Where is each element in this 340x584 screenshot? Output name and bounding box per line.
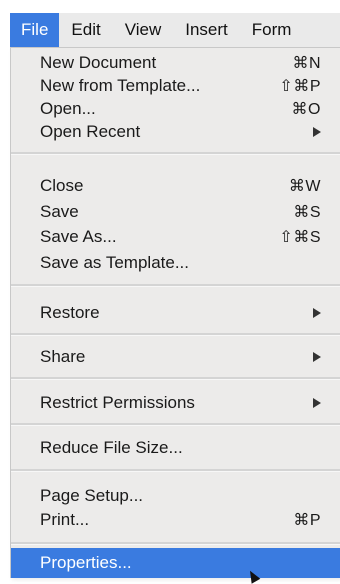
menu-item-reduce-file-size[interactable]: Reduce File Size... [11,437,340,459]
menu-item-label: Close [40,176,84,195]
shortcut-label: ⇧⌘S [279,229,321,246]
menu-view[interactable]: View [113,13,174,47]
menu-edit[interactable]: Edit [59,13,112,47]
file-menu-dropdown: New Document ⌘N New from Template... ⇧⌘P… [10,48,340,578]
menu-separator [11,377,340,380]
menu-item-save-as[interactable]: Save As... ⇧⌘S [11,226,340,248]
menu-item-open[interactable]: Open... ⌘O [11,98,340,120]
menu-item-label: Restrict Permissions [40,393,195,412]
menu-item-label: Page Setup... [40,486,144,505]
menu-bar: File Edit View Insert Form [10,13,340,48]
submenu-arrow-icon [313,398,321,408]
submenu-arrow-icon [313,352,321,362]
menu-item-label: Restore [40,303,100,322]
menu-item-restore[interactable]: Restore [11,302,340,324]
menu-item-label: Open Recent [40,122,141,141]
menu-item-restrict-permissions[interactable]: Restrict Permissions [11,392,340,414]
submenu-arrow-icon [313,127,321,137]
menu-item-label: Open... [40,99,96,118]
submenu-arrow-icon [313,308,321,318]
menu-item-new-from-template[interactable]: New from Template... ⇧⌘P [11,75,340,97]
menu-item-label: Save as Template... [40,253,189,272]
menu-item-label: Save As... [40,227,117,246]
menu-item-label: Print... [40,510,90,529]
shortcut-label: ⌘P [293,512,321,529]
menu-item-share[interactable]: Share [11,346,340,368]
menu-insert[interactable]: Insert [173,13,240,47]
menu-item-properties[interactable]: Properties... [11,548,340,578]
menu-separator [11,542,340,545]
shortcut-label: ⌘O [291,101,321,118]
menu-item-print[interactable]: Print... ⌘P [11,509,340,531]
menu-separator [11,469,340,472]
menu-item-page-setup[interactable]: Page Setup... [11,485,340,507]
menu-item-save-as-template[interactable]: Save as Template... [11,252,340,274]
shortcut-label: ⌘S [293,204,321,221]
menu-file[interactable]: File [10,13,60,47]
menu-item-save[interactable]: Save ⌘S [11,201,340,223]
menu-separator [11,284,340,287]
shortcut-label: ⌘N [292,55,321,72]
menu-item-close[interactable]: Close ⌘W [11,175,340,197]
menu-item-label: Save [40,202,79,221]
menu-item-label: New Document [40,53,157,72]
menu-separator [11,333,340,336]
shortcut-label: ⌘W [288,178,321,195]
menu-format[interactable]: Form [240,13,304,47]
menu-item-label: New from Template... [40,76,201,95]
shortcut-label: ⇧⌘P [279,78,321,95]
menu-separator [11,423,340,426]
menu-separator [11,152,340,155]
menu-item-label: Reduce File Size... [40,438,183,457]
menu-item-label: Share [40,347,86,366]
menu-item-open-recent[interactable]: Open Recent [11,121,340,143]
menu-item-new-document[interactable]: New Document ⌘N [11,52,340,74]
menu-item-label: Properties... [40,553,132,572]
